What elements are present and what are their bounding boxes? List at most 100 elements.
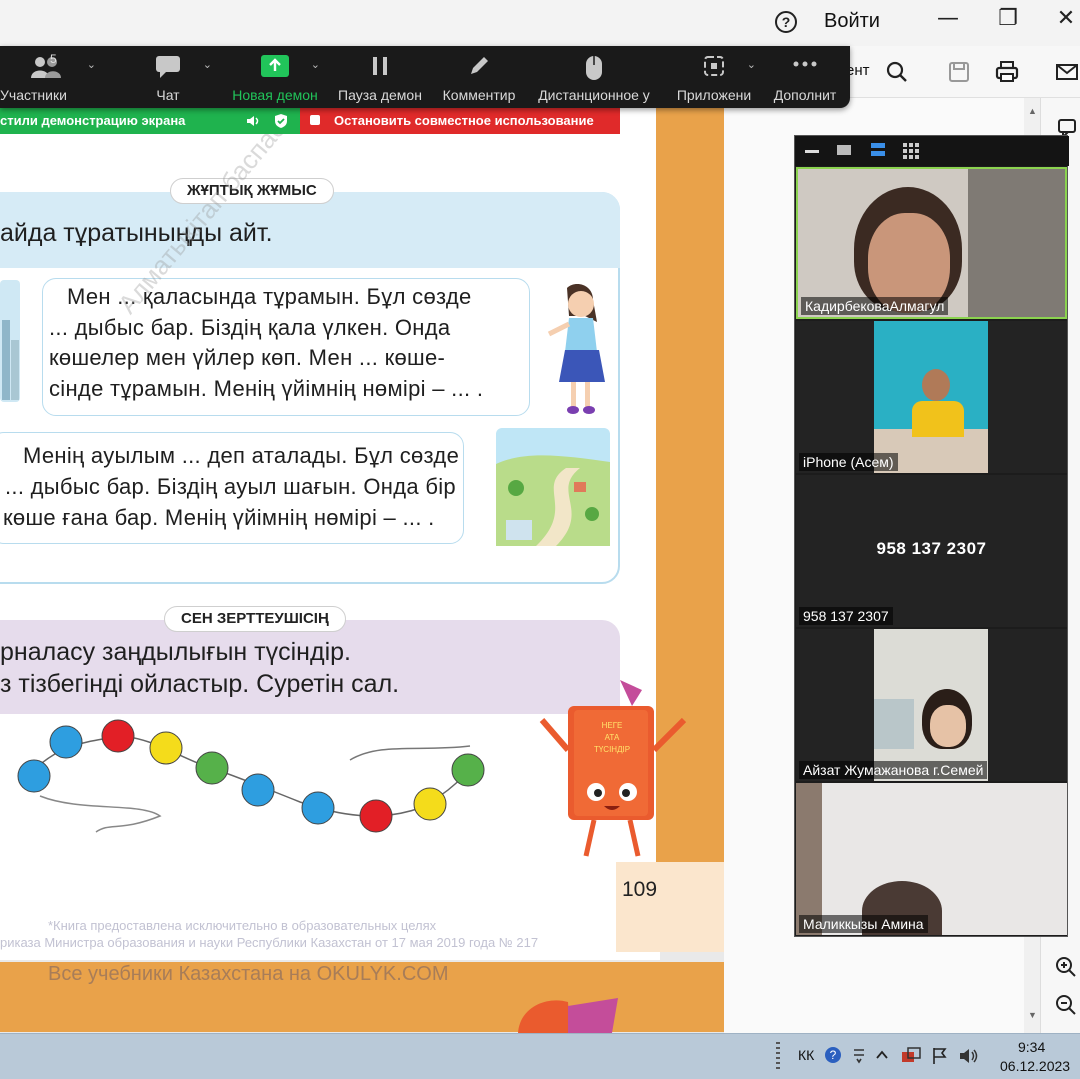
city-illustration bbox=[0, 280, 20, 402]
chevron-down-icon[interactable]: ⌄ bbox=[747, 58, 756, 71]
page-number-box bbox=[616, 862, 724, 952]
task-1-text: айда тұратыныңды айт. bbox=[0, 219, 273, 247]
pencil-icon bbox=[471, 57, 488, 74]
participant-name: Маликкызы Амина bbox=[799, 915, 928, 933]
participants-label: Участники bbox=[0, 87, 67, 103]
window-titlebar: ? Войти — ❐ ✕ bbox=[0, 0, 1080, 46]
card-city-line: сінде тұрамын. Менің үйімнің нөмірі – ..… bbox=[49, 376, 484, 401]
zoom-in-icon[interactable] bbox=[1055, 956, 1077, 978]
chat-button[interactable]: ⌄ Чат bbox=[120, 52, 216, 104]
annotate-label: Комментир bbox=[442, 87, 516, 103]
language-indicator[interactable]: КК bbox=[798, 1047, 814, 1063]
mascot-text: АТА bbox=[605, 733, 620, 742]
save-icon[interactable] bbox=[946, 59, 972, 85]
mascot-book-illustration: НЕГЕ АТА ТҮСІНДІР bbox=[539, 680, 687, 857]
volume-icon[interactable] bbox=[958, 1046, 980, 1066]
apps-button[interactable]: ⌄ Приложени bbox=[668, 52, 760, 104]
scroll-up-icon[interactable]: ▲ bbox=[1028, 106, 1037, 116]
page-number: 109 bbox=[622, 878, 658, 901]
svg-text:?: ? bbox=[830, 1048, 837, 1062]
close-button[interactable]: ✕ bbox=[1048, 6, 1080, 34]
video-panel-toolbar bbox=[795, 136, 1069, 166]
zoom-out-icon[interactable] bbox=[1055, 994, 1077, 1016]
stop-share-button[interactable]: Остановить совместное использование bbox=[300, 108, 620, 134]
clock-time[interactable]: 9:34 bbox=[1018, 1039, 1045, 1055]
mouse-icon bbox=[586, 56, 602, 80]
participant-name: iPhone (Асем) bbox=[799, 453, 898, 471]
card-village-line: ... дыбыс бар. Біздің ауыл шағын. Онда б… bbox=[5, 474, 456, 499]
chevron-down-icon[interactable]: ⌄ bbox=[311, 58, 320, 71]
bead-chain-illustration bbox=[17, 719, 485, 833]
print-icon[interactable] bbox=[994, 59, 1020, 85]
more-label: Дополнит bbox=[773, 87, 837, 103]
footnote-line-1: *Книга предоставлена исключительно в обр… bbox=[48, 918, 437, 933]
text-card-village: Менің ауылым ... деп аталады. Бұл сөзде … bbox=[0, 432, 464, 544]
participants-icon bbox=[31, 57, 61, 78]
shield-icon bbox=[275, 114, 287, 128]
girl-illustration bbox=[547, 284, 605, 414]
minimize-button[interactable]: — bbox=[930, 6, 966, 34]
pause-icon bbox=[373, 57, 387, 75]
new-share-button[interactable]: ⌄ Новая демон bbox=[226, 52, 324, 104]
chevron-down-icon[interactable]: ⌄ bbox=[87, 58, 96, 71]
bead bbox=[149, 731, 183, 765]
search-icon[interactable] bbox=[884, 59, 910, 85]
maximize-button[interactable]: ❐ bbox=[990, 6, 1026, 34]
section-pill-explorer: СЕН ЗЕРТТЕУШІСІҢ bbox=[164, 606, 346, 632]
flag-icon[interactable] bbox=[930, 1046, 950, 1066]
chat-label: Чат bbox=[156, 87, 180, 103]
village-illustration bbox=[496, 428, 610, 546]
footnote-line-2: риказа Министра образования и науки Респ… bbox=[0, 935, 539, 950]
gallery-view-icon[interactable] bbox=[903, 143, 919, 159]
bead bbox=[17, 759, 51, 793]
card-village-line: Менің ауылым ... деп аталады. Бұл сөзде bbox=[23, 443, 460, 468]
chevron-down-icon[interactable]: ⌄ bbox=[203, 58, 212, 71]
stop-share-label: Остановить совместное использование bbox=[334, 113, 594, 128]
show-hidden-icons-icon[interactable] bbox=[876, 1050, 888, 1060]
card-city-line: көшелер мен үйлер көп. Мен ... көше- bbox=[49, 345, 446, 370]
zoom-meeting-toolbar: 5 ⌄ Участники ⌄ Чат ⌄ Новая демон Пауза … bbox=[0, 46, 850, 108]
help-icon[interactable]: ? bbox=[775, 11, 797, 33]
participants-button[interactable]: 5 ⌄ Участники bbox=[0, 52, 100, 104]
task-2-line-1: рналасу заңдылығын түсіндір. bbox=[0, 638, 351, 666]
bead bbox=[413, 787, 447, 821]
participant-tile[interactable]: iPhone (Асем) bbox=[796, 321, 1067, 473]
participant-tile[interactable]: КадирбековаАлмагул bbox=[796, 167, 1067, 319]
next-page-mascot-illustration bbox=[518, 998, 618, 1033]
mail-icon[interactable] bbox=[1054, 59, 1080, 85]
bead bbox=[195, 751, 229, 785]
bead bbox=[359, 799, 393, 833]
mascot-text: НЕГЕ bbox=[602, 721, 623, 730]
signin-button[interactable]: Войти bbox=[824, 10, 880, 33]
bead bbox=[49, 725, 83, 759]
participant-tile[interactable]: Айзат Жумажанова г.Семей bbox=[796, 629, 1067, 781]
minimize-video-icon[interactable] bbox=[805, 150, 819, 153]
input-options-icon[interactable] bbox=[852, 1046, 866, 1064]
chat-icon bbox=[156, 56, 180, 78]
help-circle-icon[interactable]: ? bbox=[824, 1046, 842, 1064]
sharing-status-text: стили демонстрацию экрана bbox=[0, 113, 186, 128]
active-speaker-view-icon[interactable] bbox=[837, 145, 851, 155]
apps-label: Приложени bbox=[676, 87, 752, 103]
annotate-button[interactable]: Комментир bbox=[436, 52, 522, 104]
bead bbox=[241, 773, 275, 807]
clock-date[interactable]: 06.12.2023 bbox=[1000, 1058, 1070, 1074]
participant-name: КадирбековаАлмагул bbox=[801, 297, 949, 315]
strip-view-icon[interactable] bbox=[871, 143, 885, 157]
participant-tile[interactable]: Маликкызы Амина bbox=[796, 783, 1067, 935]
viewer-toolbar: ент bbox=[820, 46, 1080, 98]
participant-name: 958 137 2307 bbox=[799, 607, 893, 625]
network-icon[interactable] bbox=[900, 1046, 922, 1066]
card-city-line: ... дыбыс бар. Біздің қала үлкен. Онда bbox=[49, 315, 451, 340]
mascot-text: ТҮСІНДІР bbox=[594, 745, 630, 754]
share-screen-icon bbox=[261, 55, 289, 77]
participants-count: 5 bbox=[50, 52, 57, 66]
participant-name: Айзат Жумажанова г.Семей bbox=[799, 761, 988, 779]
scroll-down-icon[interactable]: ▼ bbox=[1028, 1010, 1037, 1020]
bead bbox=[301, 791, 335, 825]
audio-icon[interactable] bbox=[246, 115, 260, 127]
more-button[interactable]: Дополнит bbox=[766, 52, 844, 104]
participant-tile[interactable]: 958 137 2307 958 137 2307 bbox=[796, 475, 1067, 627]
remote-control-button[interactable]: Дистанционное у bbox=[532, 52, 656, 104]
pause-share-button[interactable]: Пауза демон bbox=[334, 52, 426, 104]
